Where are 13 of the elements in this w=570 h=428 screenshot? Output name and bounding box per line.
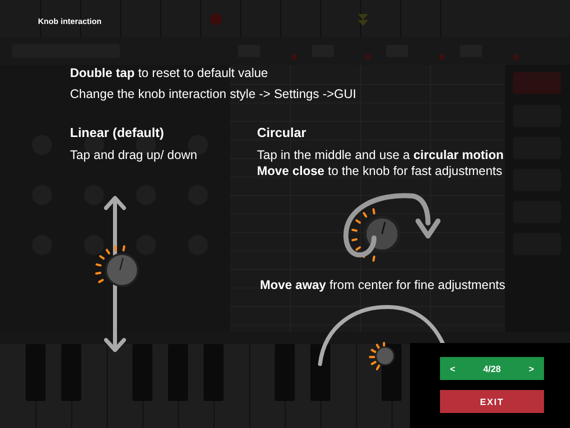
exit-button[interactable]: EXIT [440, 390, 544, 413]
instruction-text: Move away from center for fine adjustments [260, 278, 506, 292]
instruction-text: Tap and drag up/ down [70, 148, 198, 162]
next-button[interactable]: > [528, 364, 534, 374]
section-heading: Linear (default) [70, 125, 164, 140]
instruction-text: Tap in the middle and use a circular motion [257, 148, 504, 162]
page-counter: 4/28 [483, 364, 501, 374]
instruction-text: Change the knob interaction style -> Settings ->GUI [70, 87, 356, 101]
instruction-text: Double tap to reset to default value [70, 66, 268, 80]
previous-button[interactable]: < [450, 364, 456, 374]
tutorial-title: Knob interaction [38, 17, 102, 26]
section-heading: Circular [257, 125, 306, 140]
instruction-text: Move close to the knob for fast adjustments [257, 164, 502, 178]
